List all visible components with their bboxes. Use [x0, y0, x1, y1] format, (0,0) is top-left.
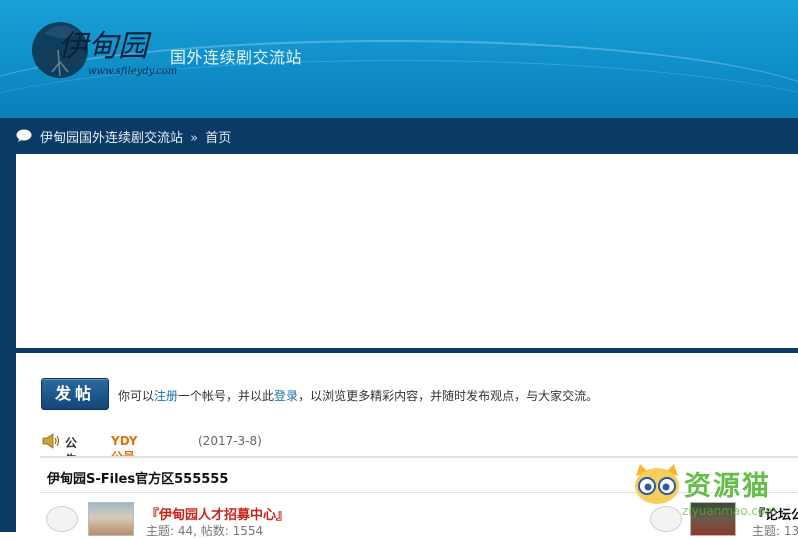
svg-text:伊甸园: 伊甸园	[58, 29, 152, 64]
watermark-url: ziyuanmao.com	[682, 504, 777, 518]
register-link[interactable]: 注册	[154, 389, 178, 403]
breadcrumb: 伊甸园国外连续剧交流站 » 首页	[0, 118, 798, 154]
page-frame-left	[0, 154, 16, 532]
forum-link[interactable]: 『伊甸园人才招募中心』	[146, 504, 289, 523]
banner-area	[16, 154, 798, 348]
logo-url: www.sfileydy.com	[88, 66, 178, 77]
login-link[interactable]: 登录	[274, 389, 298, 403]
forum-category-title[interactable]: 伊甸园S-Files官方区555555	[47, 468, 228, 487]
breadcrumb-current[interactable]: 首页	[205, 131, 231, 146]
forum-status-icon	[46, 506, 78, 532]
new-post-button[interactable]: 发帖	[41, 378, 109, 410]
banner-divider	[16, 348, 798, 353]
watermark-text: 资源猫	[684, 471, 771, 502]
site-slogan: 国外连续剧交流站	[170, 48, 303, 67]
chat-bubble-icon	[16, 129, 32, 147]
cat-logo-icon	[635, 464, 679, 504]
breadcrumb-home-link[interactable]: 伊甸园国外连续剧交流站	[40, 131, 183, 146]
welcome-message: 你可以注册一个帐号，并以此登录，以浏览更多精彩内容，并随时发布观点，与大家交流。	[118, 389, 599, 403]
forum-stats: 主题: 13	[752, 524, 798, 538]
watermark: 资源猫 ziyuanmao.com	[632, 458, 798, 518]
announcement-date: (2017-3-8)	[198, 434, 262, 448]
speaker-icon	[42, 433, 60, 452]
breadcrumb-separator: »	[190, 131, 199, 146]
forum-thumbnail[interactable]	[88, 502, 134, 536]
forum-stats: 主题: 44, 帖数: 1554	[146, 524, 264, 538]
site-header: 伊甸园 www.sfileydy.com 国外连续剧交流站	[0, 0, 798, 118]
